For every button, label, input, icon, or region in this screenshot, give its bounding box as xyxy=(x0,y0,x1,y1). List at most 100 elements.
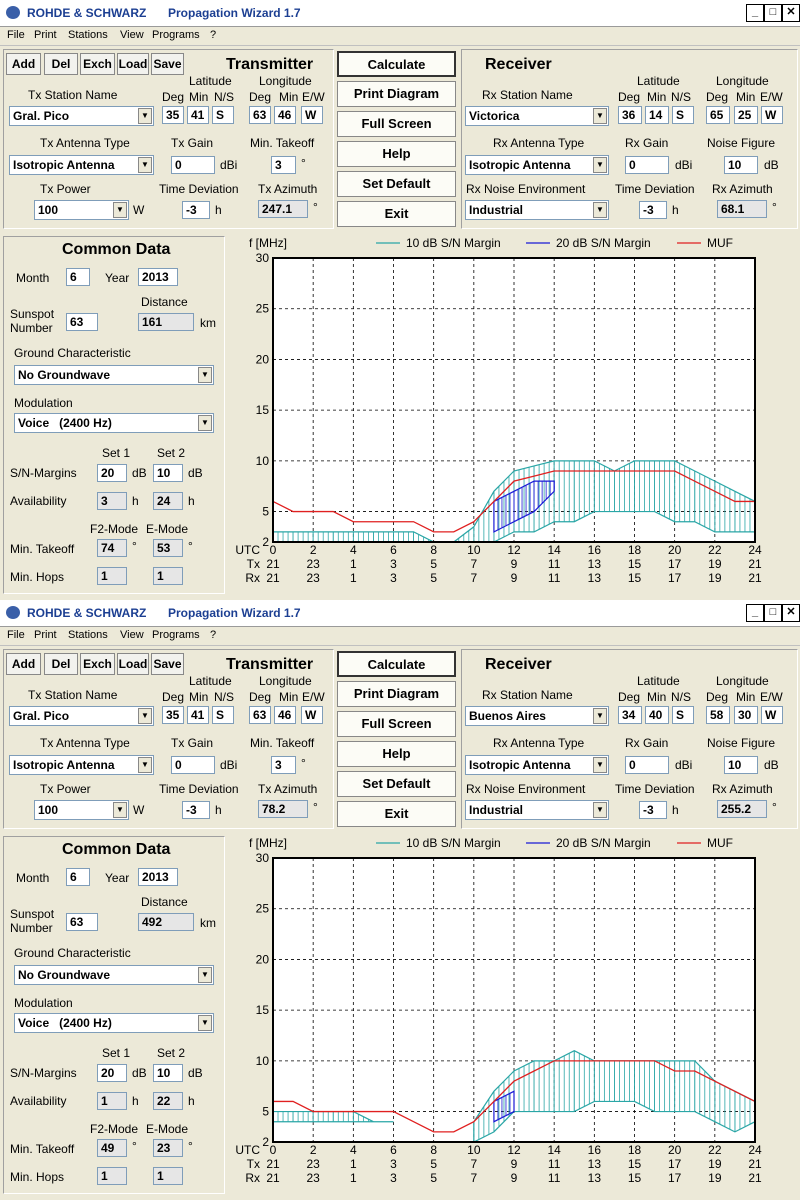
tx-lat-ns-field[interactable]: S xyxy=(212,106,234,124)
delete-station-button[interactable]: Del xyxy=(44,653,78,675)
sn-margin-set2-field[interactable]: 10 xyxy=(153,464,183,482)
tx-power-combo[interactable]: 100 ▼ xyxy=(34,200,129,220)
tx-lon-ew-field[interactable]: W xyxy=(301,706,323,724)
sn-margin-set2-field[interactable]: 10 xyxy=(153,1064,183,1082)
chevron-down-icon[interactable]: ▼ xyxy=(593,202,607,218)
chevron-down-icon[interactable]: ▼ xyxy=(113,802,127,818)
tx-lat-min-field[interactable]: 41 xyxy=(187,706,209,724)
tx-power-combo[interactable]: 100 ▼ xyxy=(34,800,129,820)
modulation-combo[interactable]: Voice (2400 Hz) ▼ xyxy=(14,1013,214,1033)
tx-lon-deg-field[interactable]: 63 xyxy=(249,106,271,124)
sn-margin-set1-field[interactable]: 20 xyxy=(97,1064,127,1082)
rx-antenna-type-combo[interactable]: Isotropic Antenna ▼ xyxy=(465,755,609,775)
rx-lon-min-field[interactable]: 30 xyxy=(734,706,758,724)
chevron-down-icon[interactable]: ▼ xyxy=(593,708,607,724)
tx-min-takeoff-field[interactable]: 3 xyxy=(271,756,296,774)
menu-help-question[interactable]: ? xyxy=(210,629,216,641)
menu-stations[interactable]: Stations xyxy=(68,29,108,41)
chevron-down-icon[interactable]: ▼ xyxy=(138,108,152,124)
tx-station-name-combo[interactable]: Gral. Pico ▼ xyxy=(9,106,154,126)
chevron-down-icon[interactable]: ▼ xyxy=(138,708,152,724)
rx-lat-ns-field[interactable]: S xyxy=(672,706,694,724)
sn-margin-set1-field[interactable]: 20 xyxy=(97,464,127,482)
chevron-down-icon[interactable]: ▼ xyxy=(138,757,152,773)
rx-lon-deg-field[interactable]: 58 xyxy=(706,706,730,724)
load-station-button[interactable]: Load xyxy=(117,53,149,75)
close-icon[interactable]: ✕ xyxy=(782,4,800,22)
delete-station-button[interactable]: Del xyxy=(44,53,78,75)
print-diagram-button[interactable]: Print Diagram xyxy=(337,81,456,107)
rx-noise-environment-combo[interactable]: Industrial ▼ xyxy=(465,200,609,220)
ground-characteristic-combo[interactable]: No Groundwave ▼ xyxy=(14,365,214,385)
chevron-down-icon[interactable]: ▼ xyxy=(593,802,607,818)
exit-button[interactable]: Exit xyxy=(337,201,456,227)
rx-lat-min-field[interactable]: 40 xyxy=(645,706,669,724)
full-screen-button[interactable]: Full Screen xyxy=(337,711,456,737)
menu-programs[interactable]: Programs xyxy=(152,629,200,641)
rx-lat-ns-field[interactable]: S xyxy=(672,106,694,124)
month-field[interactable]: 6 xyxy=(66,868,90,886)
rx-station-name-combo[interactable]: Victorica ▼ xyxy=(465,106,609,126)
chevron-down-icon[interactable]: ▼ xyxy=(593,157,607,173)
save-station-button[interactable]: Save xyxy=(151,653,184,675)
menu-stations[interactable]: Stations xyxy=(68,629,108,641)
tx-gain-field[interactable]: 0 xyxy=(171,156,215,174)
exchange-stations-button[interactable]: Exch xyxy=(80,653,115,675)
print-diagram-button[interactable]: Print Diagram xyxy=(337,681,456,707)
tx-station-name-combo[interactable]: Gral. Pico ▼ xyxy=(9,706,154,726)
title-bar[interactable]: ROHDE & SCHWARZ Propagation Wizard 1.7 _… xyxy=(0,0,800,27)
rx-gain-field[interactable]: 0 xyxy=(625,156,669,174)
chevron-down-icon[interactable]: ▼ xyxy=(593,108,607,124)
menu-file[interactable]: File xyxy=(7,629,25,641)
tx-lat-min-field[interactable]: 41 xyxy=(187,106,209,124)
save-station-button[interactable]: Save xyxy=(151,53,184,75)
tx-time-deviation-field[interactable]: -3 xyxy=(182,201,210,219)
tx-lon-ew-field[interactable]: W xyxy=(301,106,323,124)
tx-min-takeoff-field[interactable]: 3 xyxy=(271,156,296,174)
add-station-button[interactable]: Add xyxy=(6,53,41,75)
chevron-down-icon[interactable]: ▼ xyxy=(138,157,152,173)
ground-characteristic-combo[interactable]: No Groundwave ▼ xyxy=(14,965,214,985)
add-station-button[interactable]: Add xyxy=(6,653,41,675)
title-bar[interactable]: ROHDE & SCHWARZ Propagation Wizard 1.7 _… xyxy=(0,600,800,627)
rx-time-deviation-field[interactable]: -3 xyxy=(639,201,667,219)
year-field[interactable]: 2013 xyxy=(138,868,178,886)
tx-antenna-type-combo[interactable]: Isotropic Antenna ▼ xyxy=(9,155,154,175)
modulation-combo[interactable]: Voice (2400 Hz) ▼ xyxy=(14,413,214,433)
rx-lon-ew-field[interactable]: W xyxy=(761,706,783,724)
set-default-button[interactable]: Set Default xyxy=(337,171,456,197)
maximize-icon[interactable]: □ xyxy=(764,4,782,22)
tx-lon-min-field[interactable]: 46 xyxy=(274,706,296,724)
chevron-down-icon[interactable]: ▼ xyxy=(198,367,212,383)
rx-lat-deg-field[interactable]: 36 xyxy=(618,106,642,124)
minimize-icon[interactable]: _ xyxy=(746,4,764,22)
chevron-down-icon[interactable]: ▼ xyxy=(198,967,212,983)
rx-lat-deg-field[interactable]: 34 xyxy=(618,706,642,724)
menu-print[interactable]: Print xyxy=(34,629,57,641)
sunspot-number-field[interactable]: 63 xyxy=(66,913,98,931)
menu-file[interactable]: File xyxy=(7,29,25,41)
close-icon[interactable]: ✕ xyxy=(782,604,800,622)
rx-lon-ew-field[interactable]: W xyxy=(761,106,783,124)
tx-antenna-type-combo[interactable]: Isotropic Antenna ▼ xyxy=(9,755,154,775)
rx-gain-field[interactable]: 0 xyxy=(625,756,669,774)
load-station-button[interactable]: Load xyxy=(117,653,149,675)
chevron-down-icon[interactable]: ▼ xyxy=(198,1015,212,1031)
set-default-button[interactable]: Set Default xyxy=(337,771,456,797)
help-button[interactable]: Help xyxy=(337,141,456,167)
rx-time-deviation-field[interactable]: -3 xyxy=(639,801,667,819)
exit-button[interactable]: Exit xyxy=(337,801,456,827)
tx-lon-deg-field[interactable]: 63 xyxy=(249,706,271,724)
rx-noise-figure-field[interactable]: 10 xyxy=(724,156,758,174)
tx-gain-field[interactable]: 0 xyxy=(171,756,215,774)
menu-programs[interactable]: Programs xyxy=(152,29,200,41)
tx-lat-deg-field[interactable]: 35 xyxy=(162,106,184,124)
tx-time-deviation-field[interactable]: -3 xyxy=(182,801,210,819)
tx-lon-min-field[interactable]: 46 xyxy=(274,106,296,124)
tx-lat-ns-field[interactable]: S xyxy=(212,706,234,724)
menu-print[interactable]: Print xyxy=(34,29,57,41)
sunspot-number-field[interactable]: 63 xyxy=(66,313,98,331)
maximize-icon[interactable]: □ xyxy=(764,604,782,622)
rx-antenna-type-combo[interactable]: Isotropic Antenna ▼ xyxy=(465,155,609,175)
chevron-down-icon[interactable]: ▼ xyxy=(593,757,607,773)
